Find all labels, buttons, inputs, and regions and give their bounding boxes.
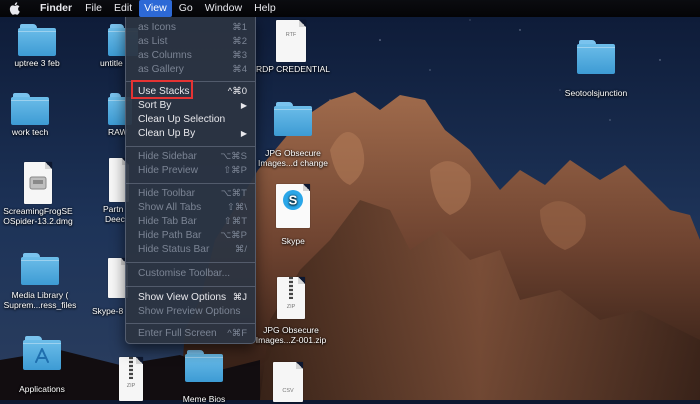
menu-item-show-all-tabs[interactable]: Show All Tabs ⇧⌘\	[126, 201, 255, 215]
disk-image-icon	[24, 162, 52, 204]
csv-document-icon: CSV	[273, 362, 303, 402]
menu-item-customise-toolbar[interactable]: Customise Toolbar...	[126, 267, 255, 281]
menu-separator	[126, 286, 255, 287]
desktop-item-untitled[interactable]: untitle	[96, 24, 138, 68]
menu-item-hide-toolbar[interactable]: Hide Toolbar ⌥⌘T	[126, 187, 255, 201]
menu-item-sort-by[interactable]: Sort By ▶	[126, 99, 255, 113]
desktop-item-label-line2: Images...d change	[258, 158, 328, 168]
desktop-item-uptree-3-feb[interactable]: uptree 3 feb	[4, 24, 70, 68]
svg-text:S: S	[289, 193, 298, 208]
desktop-item-label: untitle	[100, 58, 123, 68]
desktop-item-label-line2: Deec	[105, 214, 125, 224]
menu-item-clean-up-selection[interactable]: Clean Up Selection	[126, 113, 255, 127]
apple-menu-icon[interactable]	[9, 2, 21, 15]
zip-archive-icon: ZIP	[119, 357, 143, 401]
folder-icon	[577, 40, 615, 74]
desktop-item-label: RDP CREDENTIAL	[256, 64, 330, 74]
desktop-item-label: JPG Obsecure	[263, 325, 319, 335]
desktop-item-screamingfrog-dmg[interactable]: ScreamingFrogSE OSpider-13.2.dmg	[0, 162, 76, 226]
menu-edit[interactable]: Edit	[109, 0, 137, 17]
desktop-item-label: ScreamingFrogSE	[3, 206, 73, 216]
desktop-item-label-line2: OSpider-13.2.dmg	[3, 216, 73, 226]
desktop-item-rdp-credential[interactable]: RTF RDP CREDENTIAL	[256, 20, 330, 74]
menu-separator	[126, 323, 255, 324]
menu-view[interactable]: View	[139, 0, 172, 17]
desktop-item-label: Skype-8	[92, 306, 124, 316]
desktop-item-label: uptree 3 feb	[14, 58, 60, 68]
desktop-item-label: JPG Obsecure	[265, 148, 321, 158]
menu-item-hide-status-bar[interactable]: Hide Status Bar ⌘/	[126, 243, 255, 257]
desktop-item-seotoolsjunction[interactable]: Seotoolsjunction	[558, 40, 634, 98]
menu-item-hide-path-bar[interactable]: Hide Path Bar ⌥⌘P	[126, 229, 255, 243]
desktop-item-media-library[interactable]: Media Library ( Suprem...ress_files	[0, 253, 80, 310]
skype-icon: S	[276, 184, 310, 228]
menu-item-as-columns[interactable]: as Columns ⌘3	[126, 49, 255, 63]
desktop-item-jpg-obsecure-zip[interactable]: ZIP JPG Obsecure Images...Z-001.zip	[250, 277, 332, 345]
desktop-item-label: Applications	[19, 384, 65, 394]
desktop-item-label: Media Library (	[11, 290, 69, 300]
desktop-item-jpg-obsecure-folder[interactable]: JPG Obsecure Images...d change	[254, 102, 332, 168]
menu-item-show-view-options[interactable]: Show View Options ⌘J	[126, 291, 255, 305]
desktop-item-meme-bios[interactable]: Meme Bios	[176, 350, 232, 404]
desktop-item-csv[interactable]: CSV	[268, 362, 308, 402]
menu-item-clean-up-by[interactable]: Clean Up By ▶	[126, 127, 255, 141]
desktop-item-zip-bottom[interactable]: ZIP	[116, 357, 146, 401]
folder-icon	[185, 350, 223, 382]
folder-icon	[18, 24, 56, 56]
applications-folder-icon	[23, 336, 61, 370]
desktop-item-label: work tech	[11, 127, 49, 137]
desktop-item-label: Partn	[103, 204, 124, 214]
desktop-item-label: Skype	[281, 236, 305, 246]
menu-item-enter-full-screen[interactable]: Enter Full Screen ^⌘F	[126, 327, 255, 341]
folder-icon	[11, 93, 49, 125]
view-menu-dropdown: as Icons ⌘1 as List ⌘2 as Columns ⌘3 as Gal…	[125, 17, 256, 344]
menu-help[interactable]: Help	[249, 0, 281, 17]
menu-bar: Finder File Edit View Go Window Help	[0, 0, 700, 17]
menu-file[interactable]: File	[80, 0, 107, 17]
menu-separator	[126, 262, 255, 263]
submenu-arrow-icon: ▶	[240, 129, 247, 138]
menu-item-show-preview-options[interactable]: Show Preview Options	[126, 305, 255, 319]
menu-separator	[126, 146, 255, 147]
rtf-document-icon: RTF	[276, 20, 306, 62]
folder-icon	[274, 102, 312, 136]
submenu-arrow-icon: ▶	[240, 101, 247, 110]
menu-go[interactable]: Go	[174, 0, 198, 17]
desktop-item-label: Meme Bios	[182, 394, 226, 404]
menu-item-hide-tab-bar[interactable]: Hide Tab Bar ⇧⌘T	[126, 215, 255, 229]
desktop-item-label-line2: Suprem...ress_files	[3, 300, 77, 310]
menu-item-as-list[interactable]: as List ⌘2	[126, 35, 255, 49]
menu-app-name[interactable]: Finder	[35, 0, 77, 17]
desktop-item-label: Seotoolsjunction	[564, 88, 628, 98]
desktop-item-skype-8[interactable]: Skype-8	[90, 258, 128, 316]
menu-window[interactable]: Window	[200, 0, 247, 17]
desktop-item-skype-app[interactable]: S Skype	[266, 184, 320, 246]
menu-item-hide-sidebar[interactable]: Hide Sidebar ⌥⌘S	[126, 150, 255, 164]
menu-separator	[126, 183, 255, 184]
menu-item-as-icons[interactable]: as Icons ⌘1	[126, 21, 255, 35]
desktop-item-applications[interactable]: Applications	[10, 336, 74, 394]
desktop-item-work-tech[interactable]: work tech	[2, 93, 58, 137]
menu-item-hide-preview[interactable]: Hide Preview ⇧⌘P	[126, 164, 255, 178]
menu-item-as-gallery[interactable]: as Gallery ⌘4	[126, 63, 255, 77]
zip-archive-icon: ZIP	[277, 277, 305, 319]
use-stacks-highlight-box	[131, 80, 193, 99]
desktop-item-label-line2: Images...Z-001.zip	[255, 335, 327, 345]
folder-icon	[21, 253, 59, 285]
desktop-item-partn[interactable]: Partn Deec	[101, 158, 129, 224]
